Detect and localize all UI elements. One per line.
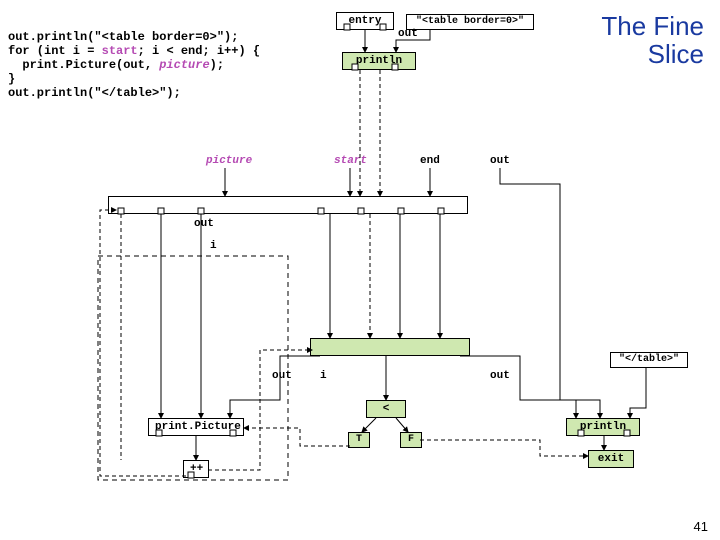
page-number: 41 <box>694 519 708 534</box>
node-less-than: < <box>366 400 406 418</box>
label-out-1: out <box>398 28 418 40</box>
node-increment: ++ <box>183 460 209 478</box>
node-join-mid <box>310 338 470 356</box>
node-exit: exit <box>588 450 634 468</box>
node-print-picture: print.Picture <box>148 418 244 436</box>
node-println-1: println <box>342 52 416 70</box>
node-true: T <box>348 432 370 448</box>
label-i-2: i <box>320 370 327 382</box>
node-println-2: println <box>566 418 640 436</box>
node-entry: entry <box>336 12 394 30</box>
node-table-open-literal: "<table border=0>" <box>406 14 534 30</box>
label-start: start <box>334 155 367 167</box>
label-i-1: i <box>210 240 217 252</box>
label-out-2: out <box>194 218 214 230</box>
node-false: F <box>400 432 422 448</box>
label-out-right: out <box>490 155 510 167</box>
node-table-close-literal: "</table>" <box>610 352 688 368</box>
label-out-3: out <box>272 370 292 382</box>
label-out-4: out <box>490 370 510 382</box>
label-end: end <box>420 155 440 167</box>
node-join-top <box>108 196 468 214</box>
source-code: out.println("<table border=0>"); for (in… <box>8 30 260 100</box>
slide-title: The FineSlice <box>601 12 704 68</box>
label-picture: picture <box>206 155 252 167</box>
